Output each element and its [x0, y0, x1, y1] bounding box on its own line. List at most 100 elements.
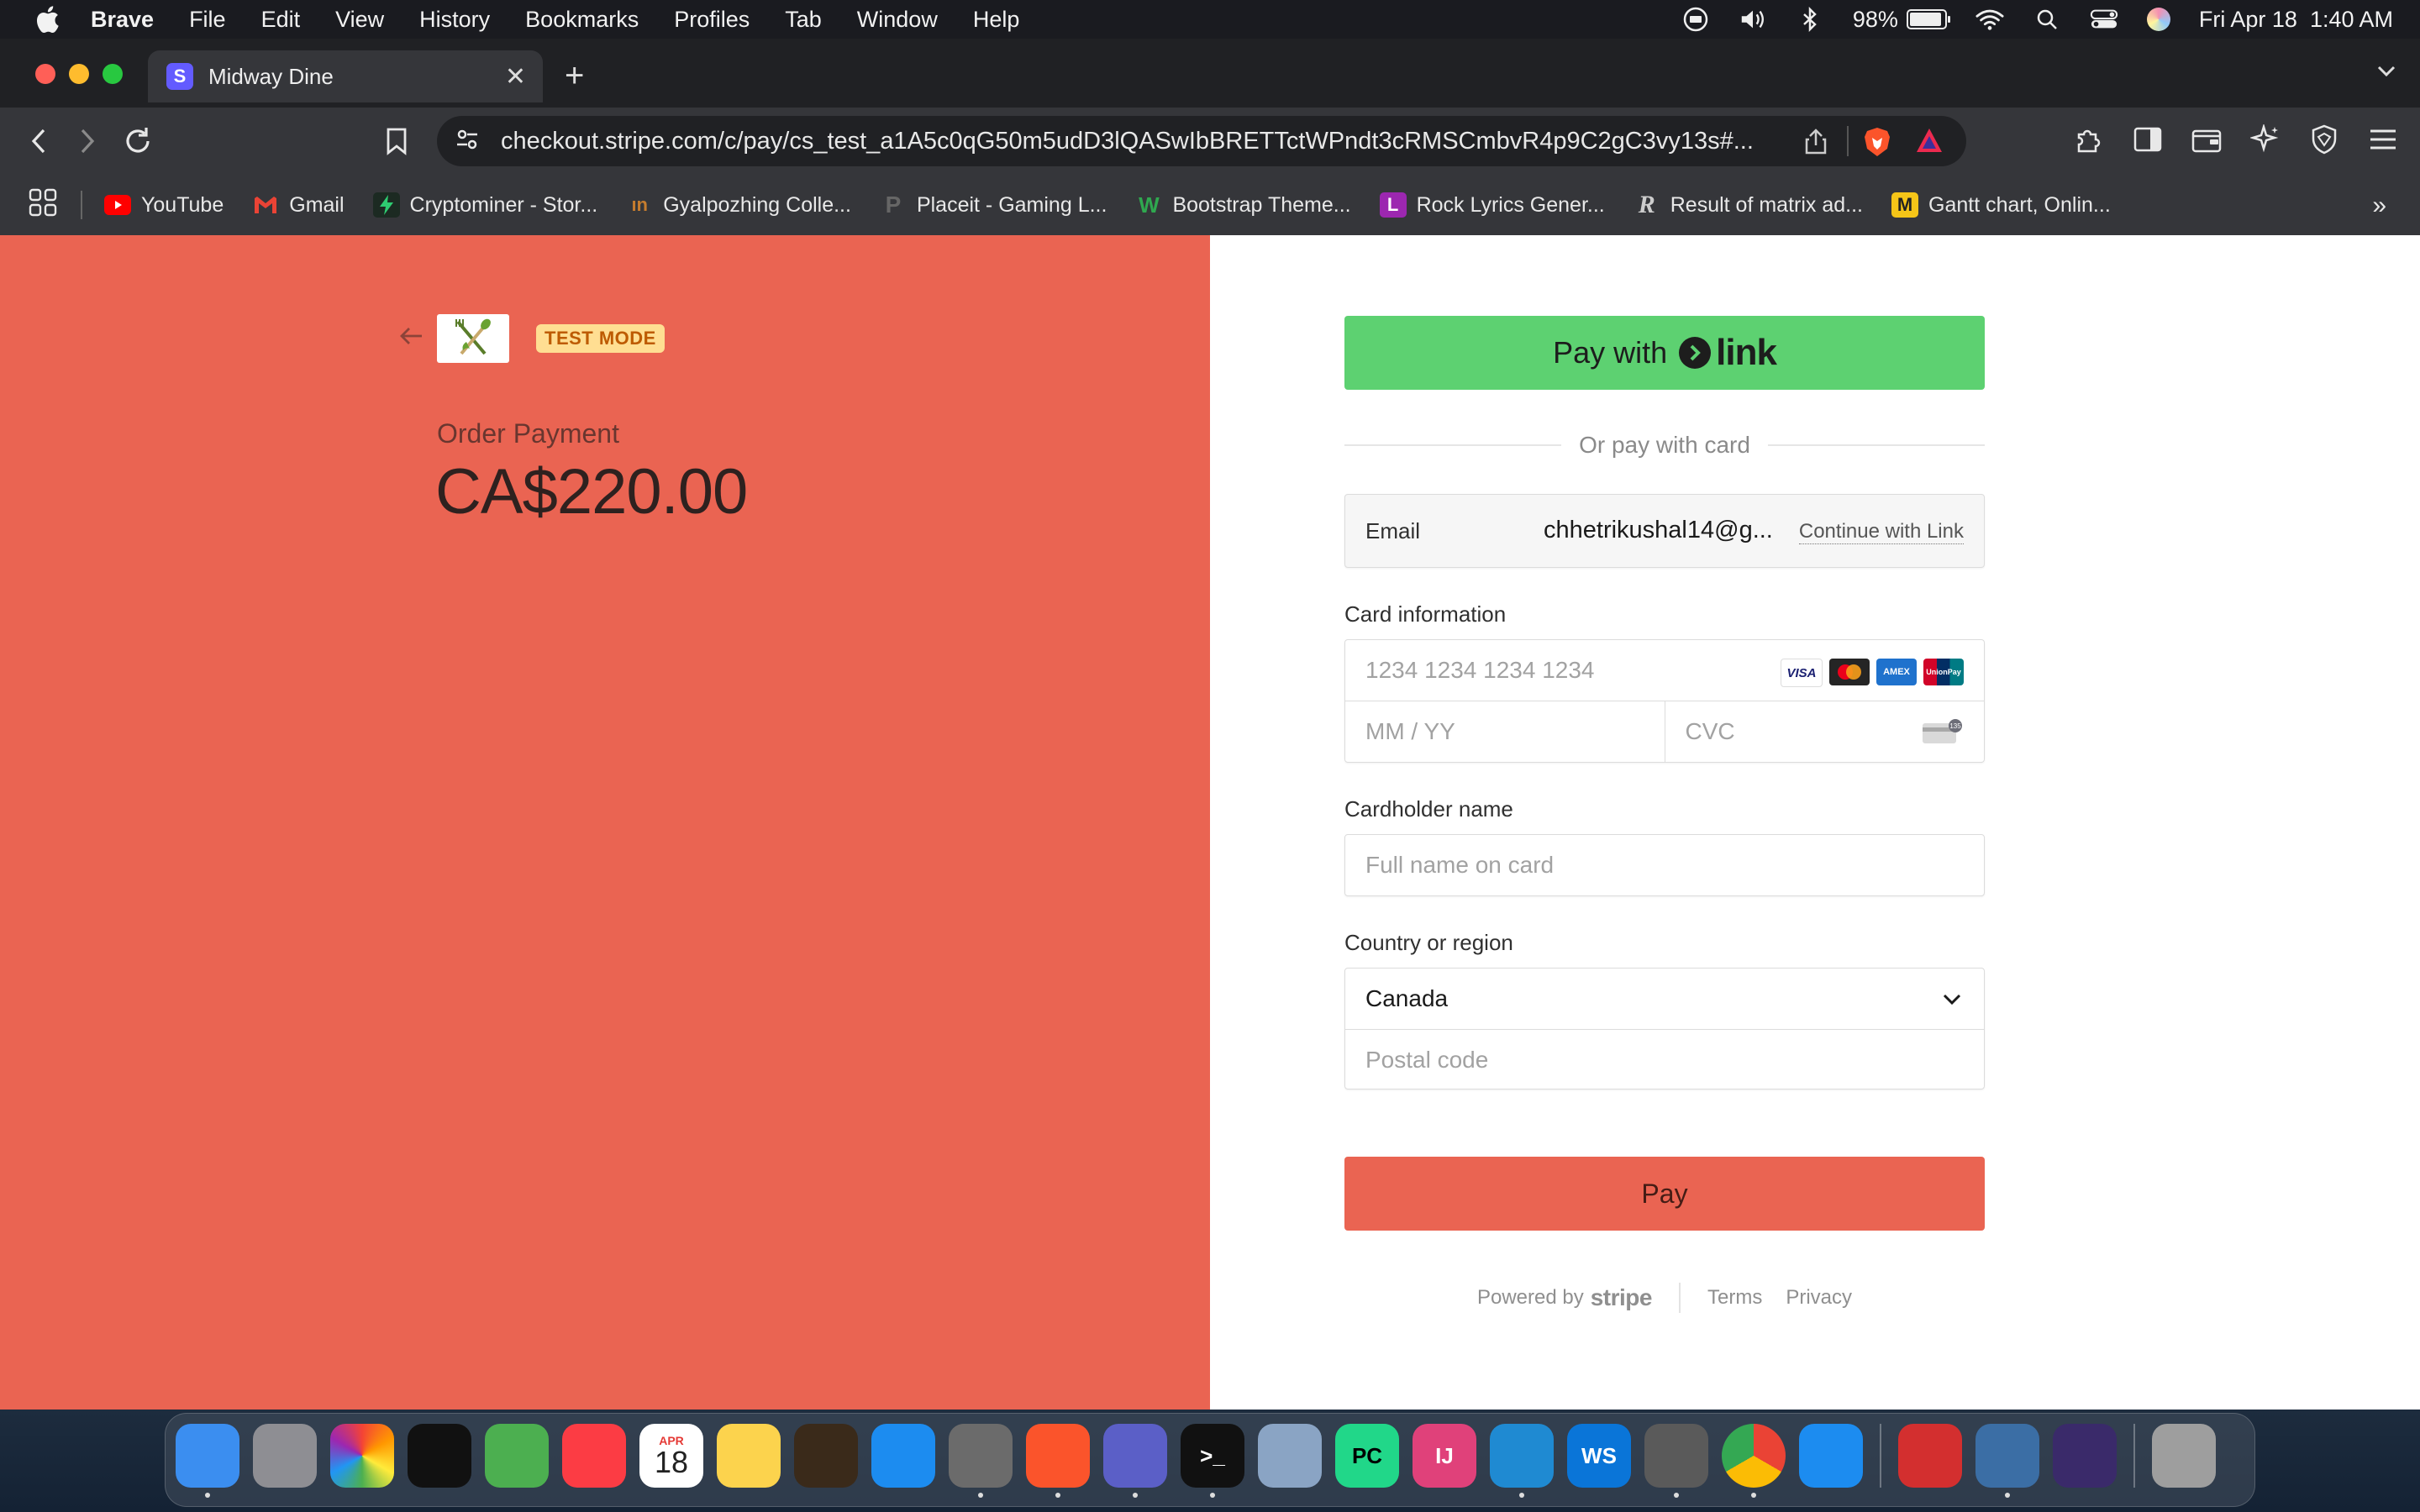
email-field[interactable]: Email chhetrikushal14@g... Continue with… [1344, 494, 1985, 568]
reload-button[interactable] [121, 124, 155, 158]
xcode-instruments-icon[interactable] [1799, 1424, 1863, 1488]
tableplus-icon[interactable] [1644, 1424, 1708, 1498]
notes-icon[interactable] [717, 1424, 781, 1488]
bookmark-cryptominer[interactable]: Cryptominer - Stor... [372, 192, 597, 218]
system-settings-icon[interactable] [949, 1424, 1013, 1498]
app-store-icon[interactable] [871, 1424, 935, 1488]
pay-button[interactable]: Pay [1344, 1157, 1985, 1231]
country-select[interactable]: Canada [1345, 969, 1984, 1030]
intellij-icon[interactable]: IJ [1413, 1424, 1476, 1488]
site-settings-icon[interactable] [455, 129, 479, 155]
menu-help[interactable]: Help [973, 7, 1020, 33]
pycharm-icon[interactable]: PC [1335, 1424, 1399, 1488]
new-tab-button[interactable]: + [565, 57, 584, 95]
menu-app-name[interactable]: Brave [91, 7, 154, 33]
bookmark-bootstrap-themes[interactable]: W Bootstrap Theme... [1135, 192, 1350, 218]
minimize-window-button[interactable] [69, 64, 89, 84]
apple-icon[interactable] [32, 4, 62, 34]
menu-tab[interactable]: Tab [785, 7, 822, 33]
close-tab-icon[interactable]: ✕ [505, 62, 526, 92]
main-menu-icon[interactable] [2366, 123, 2400, 156]
apps-grid-icon[interactable] [29, 188, 57, 223]
restaurant-logo[interactable] [437, 314, 509, 363]
menu-view[interactable]: View [335, 7, 384, 33]
tab-search-chevron-icon[interactable] [2375, 59, 2398, 87]
finder-icon[interactable] [176, 1424, 239, 1498]
menu-window[interactable]: Window [857, 7, 938, 33]
bookmark-page-button[interactable] [380, 124, 413, 158]
acrobat-icon[interactable] [1898, 1424, 1962, 1488]
sidebar-icon[interactable] [2131, 123, 2165, 156]
mysql-workbench-icon[interactable] [1975, 1424, 2039, 1498]
launchpad-icon[interactable] [253, 1424, 317, 1488]
docker-like-icon[interactable] [2053, 1424, 2117, 1488]
url-text[interactable]: checkout.stripe.com/c/pay/cs_test_a1A5c0… [501, 128, 1812, 155]
back-button[interactable] [22, 124, 55, 158]
stripe-logo[interactable]: stripe [1591, 1284, 1653, 1311]
window-controls [35, 64, 123, 84]
postal-code-input[interactable]: Postal code [1345, 1030, 1984, 1089]
music-icon[interactable] [562, 1424, 626, 1488]
menu-bookmarks[interactable]: Bookmarks [525, 7, 639, 33]
database-icon[interactable] [1258, 1424, 1322, 1488]
menu-history[interactable]: History [419, 7, 490, 33]
cvc-input[interactable]: CVC 135 [1665, 701, 1985, 762]
bookmark-matrix[interactable]: R Result of matrix ad... [1634, 191, 1863, 218]
brave-rewards-icon[interactable] [1914, 126, 1944, 160]
menu-bar: Brave File Edit View History Bookmarks P… [0, 0, 2420, 39]
teams-icon[interactable] [1103, 1424, 1167, 1498]
bookmark-placeit[interactable]: P Placeit - Gaming L... [880, 192, 1107, 218]
pay-with-link-button[interactable]: Pay with link [1344, 316, 1985, 390]
tab-midway-dine[interactable]: S Midway Dine ✕ [148, 50, 543, 102]
spotlight-search-icon[interactable] [2033, 7, 2061, 32]
brave-shields-icon[interactable] [1862, 126, 1892, 162]
bookmark-rock-lyrics[interactable]: L Rock Lyrics Gener... [1379, 192, 1605, 218]
vscode-icon[interactable] [1490, 1424, 1554, 1498]
siri-icon[interactable] [2146, 8, 2170, 31]
menubar-clock[interactable]: Fri Apr 18 1:40 AM [2199, 7, 2393, 33]
brave-icon[interactable] [1026, 1424, 1090, 1498]
card-number-input[interactable]: 1234 1234 1234 1234 VISA AMEX UnionPay [1345, 640, 1984, 701]
order-summary-pane: TEST MODE Order Payment CA$220.00 [0, 235, 1210, 1410]
photos-icon[interactable] [330, 1424, 394, 1488]
cardholder-name-input[interactable]: Full name on card [1344, 834, 1985, 896]
keyboard-status-icon[interactable] [1681, 7, 1710, 32]
menu-profiles[interactable]: Profiles [674, 7, 750, 33]
chrome-icon[interactable] [1722, 1424, 1786, 1498]
email-value[interactable]: chhetrikushal14@g... [1544, 517, 1773, 544]
bookmark-youtube[interactable]: YouTube [104, 192, 224, 218]
leo-ai-icon[interactable] [2249, 123, 2282, 156]
webstorm-icon[interactable]: WS [1567, 1424, 1631, 1488]
share-icon[interactable] [1805, 128, 1827, 159]
apple-tv-icon[interactable] [408, 1424, 471, 1488]
close-window-button[interactable] [35, 64, 55, 84]
menu-file[interactable]: File [189, 7, 226, 33]
extensions-icon[interactable] [2072, 123, 2106, 156]
wallet-icon[interactable] [2190, 123, 2223, 156]
privacy-link[interactable]: Privacy [1786, 1286, 1852, 1310]
forward-button[interactable] [71, 124, 104, 158]
dock: APR 18 >_ PC IJ WS [165, 1413, 2255, 1507]
control-center-icon[interactable] [2090, 7, 2118, 32]
menu-edit[interactable]: Edit [261, 7, 301, 33]
bookmark-gantt[interactable]: M Gantt chart, Onlin... [1891, 192, 2111, 218]
expiry-input[interactable]: MM / YY [1345, 701, 1665, 762]
garageband-icon[interactable] [794, 1424, 858, 1488]
volume-icon[interactable] [1739, 7, 1767, 32]
address-bar[interactable]: checkout.stripe.com/c/pay/cs_test_a1A5c0… [437, 116, 1966, 166]
bluetooth-icon[interactable] [1796, 7, 1824, 32]
terminal-icon[interactable]: >_ [1181, 1424, 1244, 1498]
terms-link[interactable]: Terms [1707, 1286, 1762, 1310]
continue-with-link-link[interactable]: Continue with Link [1798, 520, 1964, 544]
vpn-shield-icon[interactable] [2307, 123, 2341, 156]
bookmark-gyalpozhing[interactable]: ın Gyalpozhing Colle... [626, 192, 851, 218]
battery-status[interactable]: 98% [1853, 7, 1950, 33]
maps-icon[interactable] [485, 1424, 549, 1488]
calendar-icon[interactable]: APR 18 [639, 1424, 703, 1488]
zoom-window-button[interactable] [103, 64, 123, 84]
back-arrow-icon[interactable] [398, 324, 425, 352]
more-bookmarks-icon[interactable]: » [2372, 192, 2386, 220]
bookmark-gmail[interactable]: Gmail [252, 192, 345, 218]
wifi-icon[interactable] [1975, 7, 2004, 32]
trash-icon[interactable] [2152, 1424, 2216, 1488]
